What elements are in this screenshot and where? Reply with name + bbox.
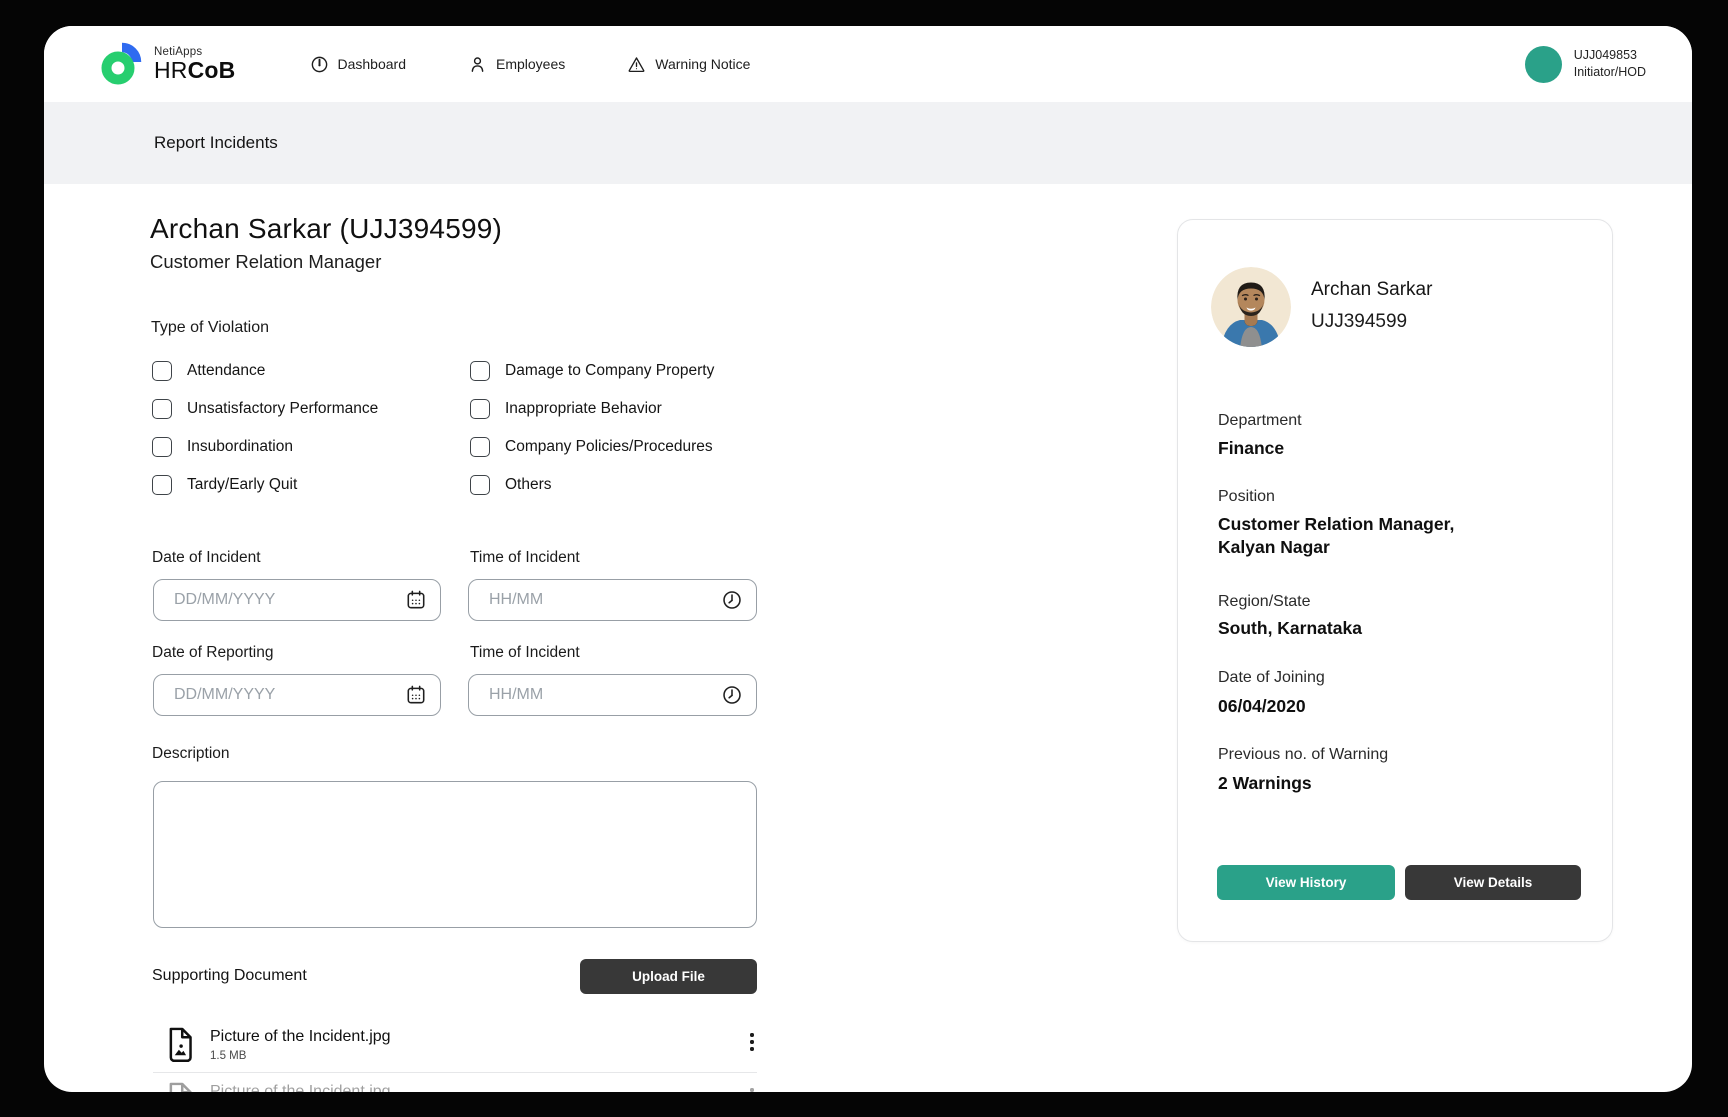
- region-state-value: South, Karnataka: [1218, 617, 1518, 640]
- checkbox-insubordination[interactable]: Insubordination: [152, 435, 293, 459]
- app-header: NetiApps HRCoB Dashboard: [44, 26, 1692, 102]
- checkbox-label: Inappropriate Behavior: [505, 400, 662, 418]
- incident-form: Archan Sarkar (UJJ394599) Customer Relat…: [150, 209, 758, 1092]
- checkbox-label: Attendance: [187, 362, 265, 380]
- calendar-icon[interactable]: [405, 684, 427, 706]
- date-of-reporting-label: Date of Reporting: [152, 644, 274, 662]
- checkbox-label: Others: [505, 476, 552, 494]
- page-subtitle: Customer Relation Manager: [150, 251, 381, 273]
- checkbox-inappropriate-behavior[interactable]: Inappropriate Behavior: [470, 397, 662, 421]
- view-history-button[interactable]: View History: [1217, 865, 1395, 900]
- time-of-incident-2-label: Time of Incident: [470, 644, 580, 662]
- description-label: Description: [152, 745, 230, 763]
- checkbox-box[interactable]: [470, 475, 490, 495]
- time-of-incident-input[interactable]: [489, 591, 721, 609]
- brand-product-light: HR: [154, 57, 188, 83]
- checkbox-box[interactable]: [152, 361, 172, 381]
- calendar-icon[interactable]: [405, 589, 427, 611]
- checkbox-label: Company Policies/Procedures: [505, 438, 713, 456]
- region-state-label: Region/State: [1218, 593, 1311, 611]
- position-value: Customer Relation Manager, Kalyan Nagar: [1218, 513, 1490, 559]
- user-chip[interactable]: UJJ049853 Initiator/HOD: [1525, 46, 1646, 83]
- supporting-document-label: Supporting Document: [152, 967, 307, 985]
- checkbox-box[interactable]: [470, 361, 490, 381]
- checkbox-tardy-early-quit[interactable]: Tardy/Early Quit: [152, 473, 297, 497]
- breadcrumb: Report Incidents: [154, 133, 278, 153]
- date-of-incident-field[interactable]: [153, 579, 441, 621]
- upload-file-button[interactable]: Upload File: [580, 959, 757, 994]
- checkbox-box[interactable]: [152, 475, 172, 495]
- view-details-button[interactable]: View Details: [1405, 865, 1581, 900]
- brand-product: HRCoB: [154, 59, 236, 82]
- violation-section-label: Type of Violation: [151, 319, 269, 337]
- clock-icon[interactable]: [721, 589, 743, 611]
- checkbox-label: Unsatisfactory Performance: [187, 400, 378, 418]
- nav-employees-label: Employees: [496, 56, 565, 72]
- date-of-incident-label: Date of Incident: [152, 549, 261, 567]
- uploaded-file-row: Picture of the Incident.jpg 1.5 MB: [150, 1082, 758, 1092]
- brand-product-bold: CoB: [188, 57, 236, 83]
- file-name: Picture of the Incident.jpg: [210, 1083, 743, 1092]
- nav-warning-notice-label: Warning Notice: [655, 56, 750, 72]
- date-of-reporting-field[interactable]: [153, 674, 441, 716]
- checkbox-damage-company-property[interactable]: Damage to Company Property: [470, 359, 714, 383]
- checkbox-label: Tardy/Early Quit: [187, 476, 297, 494]
- department-label: Department: [1218, 412, 1302, 430]
- file-menu-kebab-icon[interactable]: [743, 1084, 761, 1092]
- previous-warnings-label: Previous no. of Warning: [1218, 746, 1388, 764]
- checkbox-box[interactable]: [152, 437, 172, 457]
- checkbox-attendance[interactable]: Attendance: [152, 359, 265, 383]
- app-window: NetiApps HRCoB Dashboard: [0, 0, 1728, 1117]
- person-icon: [468, 55, 487, 74]
- nav-dashboard-label: Dashboard: [338, 56, 407, 72]
- image-file-icon: [163, 1027, 197, 1063]
- brand-logo-icon: [100, 42, 144, 86]
- checkbox-box[interactable]: [470, 399, 490, 419]
- checkbox-box[interactable]: [152, 399, 172, 419]
- time-of-incident-field[interactable]: [468, 579, 757, 621]
- file-name: Picture of the Incident.jpg: [210, 1028, 743, 1046]
- checkbox-label: Insubordination: [187, 438, 293, 456]
- nav-dashboard[interactable]: Dashboard: [310, 55, 407, 74]
- uploaded-file-row: Picture of the Incident.jpg 1.5 MB: [150, 1027, 758, 1063]
- breadcrumb-bar: Report Incidents: [44, 102, 1692, 184]
- employee-profile-card: Archan Sarkar UJJ394599 Department Finan…: [1177, 219, 1613, 942]
- checkbox-label: Damage to Company Property: [505, 362, 714, 380]
- time-of-incident-2-input[interactable]: [489, 686, 721, 704]
- brand-logo: NetiApps HRCoB: [100, 42, 236, 86]
- file-divider: [153, 1072, 757, 1073]
- employee-id: UJJ394599: [1311, 311, 1407, 333]
- nav-employees[interactable]: Employees: [468, 55, 565, 74]
- employee-avatar-photo: [1211, 267, 1291, 347]
- description-textarea[interactable]: [153, 781, 757, 928]
- file-menu-kebab-icon[interactable]: [743, 1029, 761, 1055]
- checkbox-company-policies[interactable]: Company Policies/Procedures: [470, 435, 713, 459]
- date-of-reporting-input[interactable]: [174, 686, 405, 704]
- employee-name: Archan Sarkar: [1311, 279, 1432, 301]
- user-id: UJJ049853: [1574, 47, 1646, 64]
- page-title: Archan Sarkar (UJJ394599): [150, 213, 502, 245]
- date-of-joining-value: 06/04/2020: [1218, 695, 1518, 718]
- user-role: Initiator/HOD: [1574, 64, 1646, 81]
- file-size: 1.5 MB: [210, 1050, 743, 1062]
- time-of-incident-2-field[interactable]: [468, 674, 757, 716]
- image-file-icon: [163, 1082, 197, 1092]
- page-card: NetiApps HRCoB Dashboard: [44, 26, 1692, 1092]
- user-avatar: [1525, 46, 1562, 83]
- employee-avatar: [1211, 267, 1291, 347]
- department-value: Finance: [1218, 437, 1518, 460]
- nav-warning-notice[interactable]: Warning Notice: [627, 55, 750, 74]
- checkbox-unsatisfactory-performance[interactable]: Unsatisfactory Performance: [152, 397, 378, 421]
- time-of-incident-label: Time of Incident: [470, 549, 580, 567]
- gauge-icon: [310, 55, 329, 74]
- checkbox-others[interactable]: Others: [470, 473, 552, 497]
- previous-warnings-value: 2 Warnings: [1218, 772, 1518, 795]
- date-of-incident-input[interactable]: [174, 591, 405, 609]
- warning-triangle-icon: [627, 55, 646, 74]
- checkbox-box[interactable]: [470, 437, 490, 457]
- date-of-joining-label: Date of Joining: [1218, 669, 1325, 687]
- position-label: Position: [1218, 488, 1275, 506]
- clock-icon[interactable]: [721, 684, 743, 706]
- main-nav: Dashboard Employees Warning Notice: [310, 55, 751, 74]
